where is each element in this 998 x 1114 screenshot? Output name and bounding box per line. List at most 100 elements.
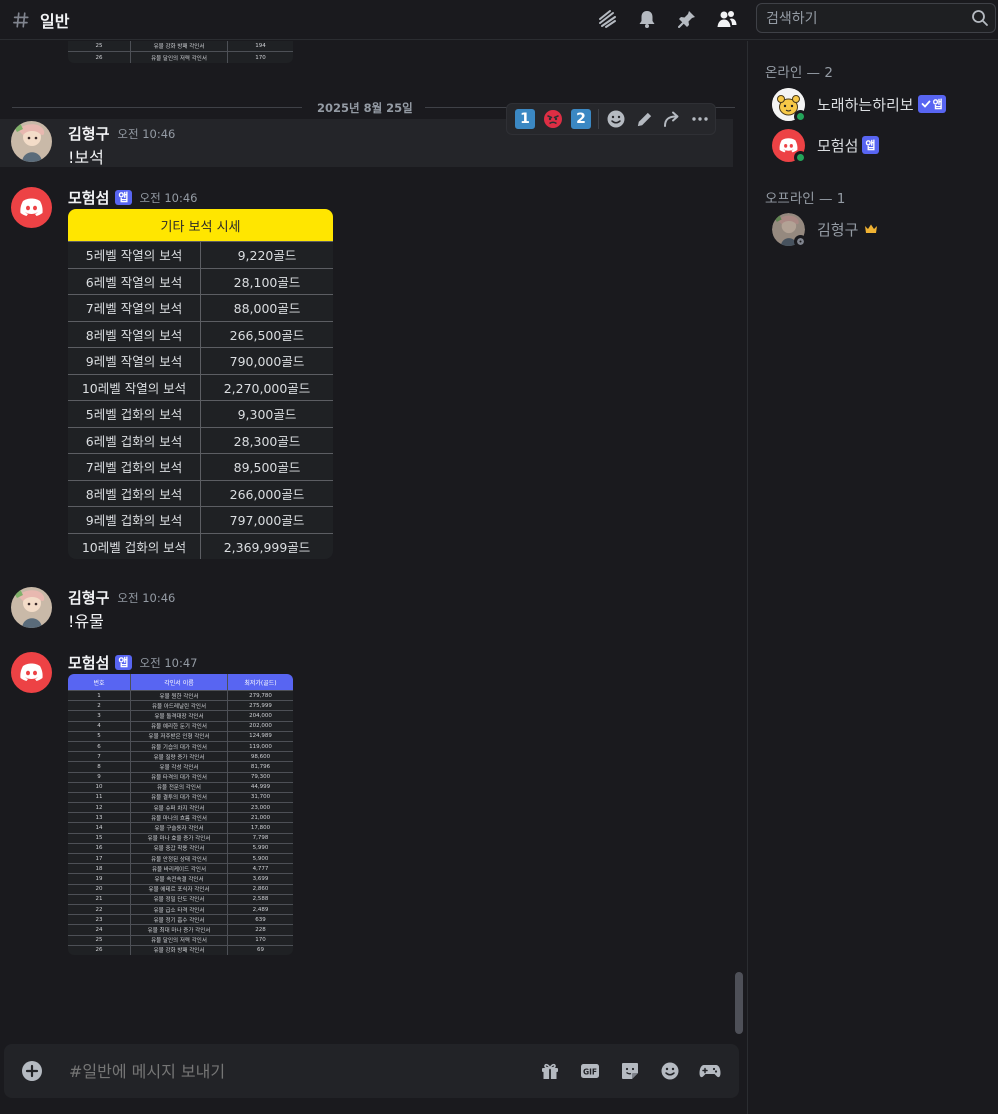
author-name[interactable]: 김형구 (68, 123, 109, 144)
gift-icon[interactable] (538, 1059, 561, 1082)
user-avatar[interactable] (11, 121, 52, 162)
gem-table-row: 9레벨 작열의 보석 790,000골드 (68, 347, 333, 374)
relic-table-row: 15 유물 마나 효율 증가 각인서 7,798 (68, 832, 293, 843)
relic-price-cell: 44,999 (250, 784, 271, 791)
message-timestamp[interactable]: 오전 10:46 (117, 590, 175, 606)
date-divider-line-left (12, 107, 302, 108)
gem-price-cell: 266,500골드 (229, 327, 305, 343)
reaction-keycap-two-button[interactable]: 2 (570, 108, 592, 130)
emoji-picker-icon[interactable] (658, 1059, 681, 1082)
relic-price-cell: 119,000 (249, 743, 272, 750)
member-online-harribo[interactable]: 노래하는하리보 앱 (758, 84, 990, 124)
member-offline-kimhyeonggu[interactable]: 김형구 (758, 209, 990, 249)
relic-price-cell: 69 (257, 947, 264, 954)
relic-number-cell: 25 (68, 41, 131, 51)
relic-number-cell: 24 (68, 925, 131, 935)
relic-table-row: 21 유물 정밀 단도 각인서 2,588 (68, 893, 293, 904)
forward-message-button[interactable] (661, 108, 683, 130)
message-content: !유물 (68, 612, 104, 631)
activities-gamepad-icon[interactable] (698, 1059, 721, 1082)
chat-scrollbar-thumb[interactable] (735, 972, 743, 1034)
server-owner-crown-icon (865, 224, 878, 233)
keycap-two-icon: 2 (571, 109, 591, 129)
message-relic-command[interactable]: 김형구 오전 10:46 !유물 (0, 576, 733, 636)
relic-name-cell: 유물 질량 증가 각인서 (131, 752, 228, 762)
relic-table-row: 16 유물 중갑 착용 각인서 5,990 (68, 842, 293, 853)
message-hover-toolbar: 1 2 (506, 103, 716, 135)
relic-table-row: 4 유물 예리한 둔기 각인서 202,000 (68, 720, 293, 731)
more-options-button[interactable] (689, 108, 711, 130)
relic-name-cell: 유물 속전속결 각인서 (131, 874, 228, 884)
relic-table-row: 5 유물 저주받은 인형 각인서 124,989 (68, 730, 293, 741)
gem-table-row: 5레벨 겁화의 보석 9,300골드 (68, 400, 333, 427)
search-placeholder[interactable]: 검색하기 (766, 8, 971, 28)
relic-name-cell: 유물 슈퍼 차지 각인서 (131, 803, 228, 813)
gem-name-cell: 9레벨 작열의 보석 (68, 348, 201, 374)
member-list-icon[interactable] (716, 8, 738, 30)
relic-table-header: 번호 각인서 이름 최저가(골드) (68, 674, 293, 690)
reaction-keycap-one-button[interactable]: 1 (514, 108, 536, 130)
author-name[interactable]: 모험섬 (68, 652, 109, 673)
relic-name-cell: 유물 달인의 저력 각인서 (131, 935, 228, 945)
gem-table-row: 6레벨 겁화의 보석 28,300골드 (68, 426, 333, 453)
relic-price-cell: 3,699 (252, 875, 269, 882)
relic-number-cell: 5 (68, 731, 131, 741)
gem-table-row: 5레벨 작열의 보석 9,220골드 (68, 241, 333, 268)
message-header: 모험섬 앱 오전 10:46 (68, 187, 198, 208)
relic-table-body: 1 유물 원한 각인서 279,780 2 유물 아드레날린 각인서 275,999 3 유물… (68, 690, 293, 955)
edit-message-button[interactable] (633, 108, 655, 130)
gem-table-row: 8레벨 겁화의 보석 266,000골드 (68, 479, 333, 506)
message-timestamp[interactable]: 오전 10:47 (140, 655, 198, 671)
relic-name-cell: 유물 바리케이드 각인서 (131, 864, 228, 874)
author-name[interactable]: 모험섬 (68, 187, 109, 208)
composer-actions: GIF (538, 1059, 721, 1082)
threads-icon[interactable] (596, 8, 618, 30)
message-header: 김형구 오전 10:46 (68, 123, 175, 144)
relic-table-row: 17 유물 안정된 상태 각인서 5,900 (68, 853, 293, 864)
relic-number-cell: 3 (68, 711, 131, 721)
message-timestamp[interactable]: 오전 10:46 (140, 190, 198, 206)
relic-price-cell: 124,989 (249, 733, 272, 740)
reaction-angry-face-button[interactable] (542, 108, 564, 130)
relic-name-cell: 유물 타격의 대가 각인서 (131, 772, 228, 782)
relic-number-cell: 10 (68, 782, 131, 792)
message-input[interactable] (69, 1061, 489, 1081)
bot-avatar[interactable] (11, 187, 52, 228)
gif-icon[interactable]: GIF (578, 1059, 601, 1082)
gem-price-cell: 28,300골드 (233, 433, 301, 449)
search-box[interactable]: 검색하기 (756, 3, 996, 33)
header-toolbar (596, 8, 738, 30)
pinned-messages-icon[interactable] (676, 8, 698, 30)
gem-price-table-image[interactable]: 기타 보석 시세 5레벨 작열의 보석 9,220골드 6레벨 작열의 보석 28,1… (68, 209, 333, 559)
channel-hash-icon (13, 11, 29, 28)
gem-price-cell: 88,000골드 (233, 301, 301, 317)
online-section-title: 온라인 — 2 (765, 65, 833, 81)
author-name[interactable]: 김형구 (68, 587, 109, 608)
message-list[interactable]: 25 유물 강화 방패 각인서 194 26 유물 달인의 저력 각인서 170 2025… (0, 41, 747, 1041)
relic-table-row: 26 유물 달인의 저력 각인서 170 (68, 51, 293, 63)
add-reaction-button[interactable] (605, 108, 627, 130)
message-timestamp[interactable]: 오전 10:46 (117, 126, 175, 142)
member-avatar (772, 128, 807, 164)
sticker-icon[interactable] (618, 1059, 641, 1082)
user-avatar[interactable] (11, 587, 52, 628)
ellipsis-icon (692, 117, 708, 121)
relic-number-cell: 12 (68, 803, 131, 813)
relic-name-cell: 유물 아드레날린 각인서 (131, 701, 228, 711)
member-name: 노래하는하리보 (817, 95, 914, 114)
relic-price-cell: 31,700 (250, 794, 271, 801)
add-attachment-icon[interactable] (21, 1060, 43, 1082)
relic-price-table-image[interactable]: 번호 각인서 이름 최저가(골드) 1 유물 원한 각인서 279,780 2 유물 아… (68, 674, 293, 955)
relic-table-row: 2 유물 아드레날린 각인서 275,999 (68, 700, 293, 711)
notification-bell-icon[interactable] (636, 8, 658, 30)
relic-table-row: 24 유물 최대 마나 증가 각인서 228 (68, 924, 293, 935)
relic-name-cell: 유물 돌격대장 각인서 (131, 711, 228, 721)
bot-avatar[interactable] (11, 652, 52, 693)
member-name: 김형구 (817, 220, 859, 239)
gem-name-cell: 7레벨 작열의 보석 (68, 295, 201, 321)
relic-price-cell: 2,489 (252, 906, 269, 913)
member-online-moheomseom[interactable]: 모험섬 앱 (758, 125, 990, 165)
relic-table-row: 22 유물 급소 타격 각인서 2,489 (68, 903, 293, 915)
relic-table-row: 1 유물 원한 각인서 279,780 (68, 690, 293, 701)
relic-name-cell: 유물 전문의 각인서 (131, 782, 228, 792)
